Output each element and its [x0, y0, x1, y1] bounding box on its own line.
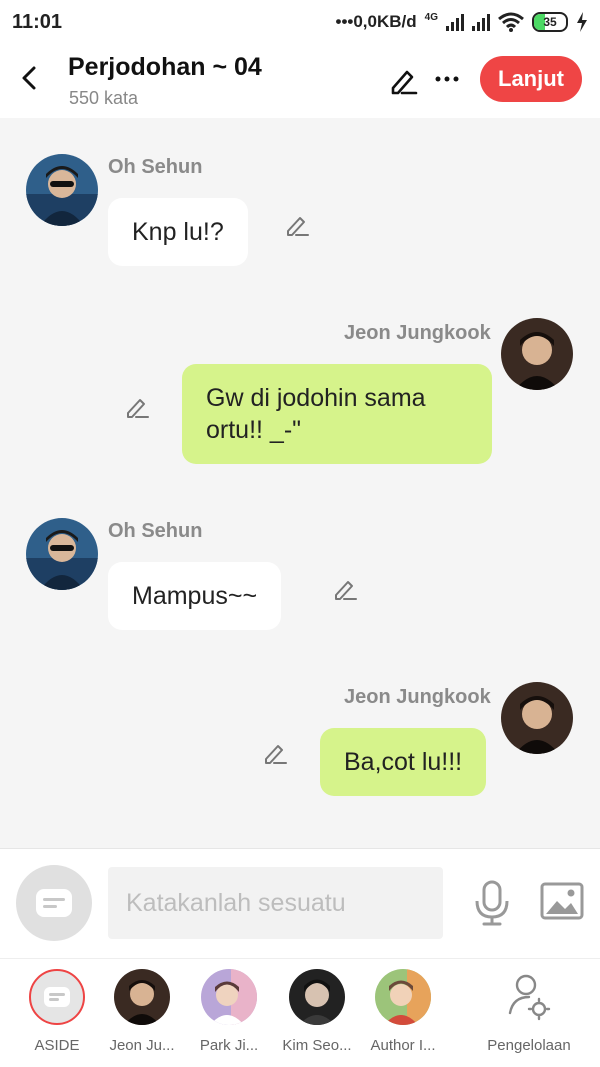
- message-bubble[interactable]: Knp lu!?: [108, 198, 248, 266]
- tab-character[interactable]: Park Ji...: [184, 969, 274, 1054]
- message-bubble[interactable]: Ba,cot lu!!!: [320, 728, 487, 796]
- message-bubble[interactable]: Gw di jodohin sama ortu!! _-": [182, 364, 492, 464]
- message-bubble[interactable]: Mampus~~: [108, 562, 282, 630]
- charging-icon: [577, 12, 587, 32]
- status-indicators: •••0,0KB/d 4G 35: [336, 12, 589, 32]
- tab-management[interactable]: Pengelolaan: [484, 969, 574, 1054]
- chat-bubble-icon: [36, 889, 72, 917]
- sender-name: Jeon Jungkook: [344, 322, 491, 344]
- edit-message-icon[interactable]: [262, 740, 288, 766]
- battery-text: 35: [543, 15, 557, 29]
- status-time: 11:01: [12, 10, 63, 33]
- tab-character[interactable]: Author I...: [358, 969, 448, 1054]
- signal-icon-2: [472, 13, 490, 31]
- network-type: 4G: [424, 12, 438, 23]
- message-input[interactable]: [108, 867, 443, 939]
- sender-name: Oh Sehun: [108, 156, 203, 178]
- character-avatar: [375, 969, 431, 1025]
- tab-label: Author I...: [370, 1037, 436, 1054]
- management-icon: [501, 969, 557, 1025]
- chat-thread: Oh Sehun Knp lu!? Jeon Jungkook Gw di jo…: [0, 118, 600, 848]
- tab-character[interactable]: Kim Seo...: [272, 969, 362, 1054]
- image-icon[interactable]: [540, 881, 584, 921]
- status-bar: 11:01 •••0,0KB/d 4G 35: [0, 0, 600, 44]
- edit-message-icon[interactable]: [124, 394, 150, 420]
- chat-bubble-icon: [44, 987, 70, 1007]
- avatar-jeon-jungkook[interactable]: [501, 682, 573, 754]
- aside-tab-icon: [29, 969, 85, 1025]
- network-speed: •••0,0KB/d: [335, 12, 417, 31]
- microphone-icon[interactable]: [472, 879, 512, 927]
- character-tabs: ASIDE Jeon Ju... Park Ji... Kim Seo... A…: [0, 958, 600, 1067]
- composer-bar: [0, 848, 600, 958]
- edit-message-icon[interactable]: [332, 576, 358, 602]
- aside-button[interactable]: [16, 865, 92, 941]
- tab-label: Jeon Ju...: [109, 1037, 175, 1054]
- tab-label: ASIDE: [34, 1037, 80, 1054]
- tab-label: Park Ji...: [199, 1037, 259, 1054]
- sender-name: Jeon Jungkook: [344, 686, 491, 708]
- character-avatar: [201, 969, 257, 1025]
- battery-icon: 35: [532, 12, 568, 32]
- story-title: Perjodohan ~ 04: [68, 53, 262, 81]
- tab-aside[interactable]: ASIDE: [12, 969, 102, 1054]
- word-count: 550 kata: [69, 88, 139, 108]
- tab-label: Pengelolaan: [487, 1037, 571, 1054]
- edit-message-icon[interactable]: [284, 212, 310, 238]
- next-button[interactable]: Lanjut: [480, 56, 582, 102]
- signal-icon: [446, 13, 464, 31]
- avatar-oh-sehun[interactable]: [26, 154, 98, 226]
- wifi-icon: [498, 12, 524, 32]
- story-header: Perjodohan ~ 04 550 kata Lanjut: [0, 44, 600, 118]
- character-avatar: [289, 969, 345, 1025]
- character-avatar: [114, 969, 170, 1025]
- back-arrow-icon[interactable]: [16, 64, 44, 92]
- tab-character[interactable]: Jeon Ju...: [97, 969, 187, 1054]
- more-options-icon[interactable]: [434, 66, 460, 92]
- sender-name: Oh Sehun: [108, 520, 203, 542]
- avatar-oh-sehun[interactable]: [26, 518, 98, 590]
- avatar-jeon-jungkook[interactable]: [501, 318, 573, 390]
- tab-label: Kim Seo...: [282, 1037, 352, 1054]
- edit-icon[interactable]: [388, 66, 418, 96]
